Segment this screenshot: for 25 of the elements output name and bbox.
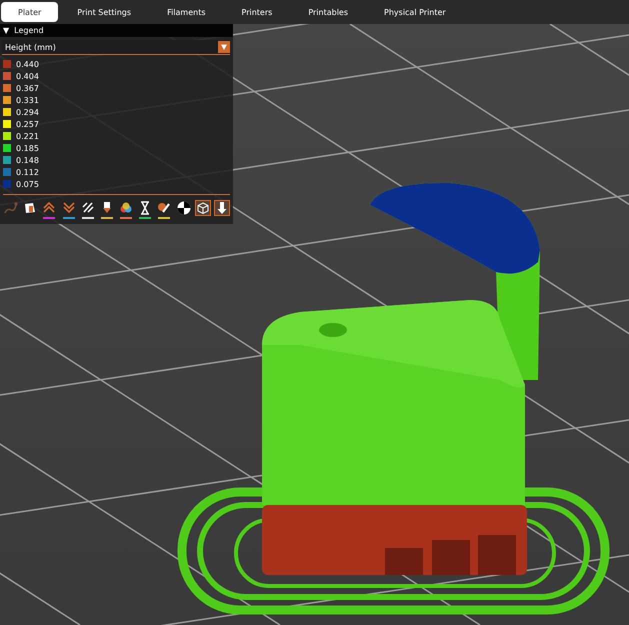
chevrons-down-icon[interactable]: [60, 200, 77, 216]
legend-value: 0.185: [16, 144, 39, 152]
legend-value: 0.257: [16, 120, 39, 128]
legend-value: 0.221: [16, 132, 39, 140]
legend-title: Legend: [14, 26, 44, 35]
collapse-arrow[interactable]: ▼: [3, 26, 10, 35]
tab[interactable]: Filaments: [150, 2, 223, 22]
legend-value: 0.367: [16, 84, 39, 92]
legend-value: 0.331: [16, 96, 39, 104]
tab[interactable]: Print Settings: [60, 2, 148, 22]
tab[interactable]: Plater: [1, 2, 58, 22]
tab[interactable]: Physical Printer: [367, 2, 463, 22]
legend-value: 0.075: [16, 180, 39, 188]
dropdown-value: Height (mm): [5, 42, 56, 52]
center-mark-icon[interactable]: [176, 200, 192, 216]
legend-value: 0.112: [16, 168, 39, 176]
legend-header[interactable]: ▼ Legend: [0, 24, 233, 37]
cube-outline-icon[interactable]: [194, 200, 211, 216]
legend-value: 0.294: [16, 108, 39, 116]
legend-value: 0.148: [16, 156, 39, 164]
tab[interactable]: Printers: [224, 2, 290, 22]
view-type-dropdown[interactable]: Height (mm): [2, 40, 230, 55]
legend-value: 0.440: [16, 60, 39, 68]
tab[interactable]: Printables: [291, 2, 366, 22]
legend-value: 0.404: [16, 72, 39, 80]
